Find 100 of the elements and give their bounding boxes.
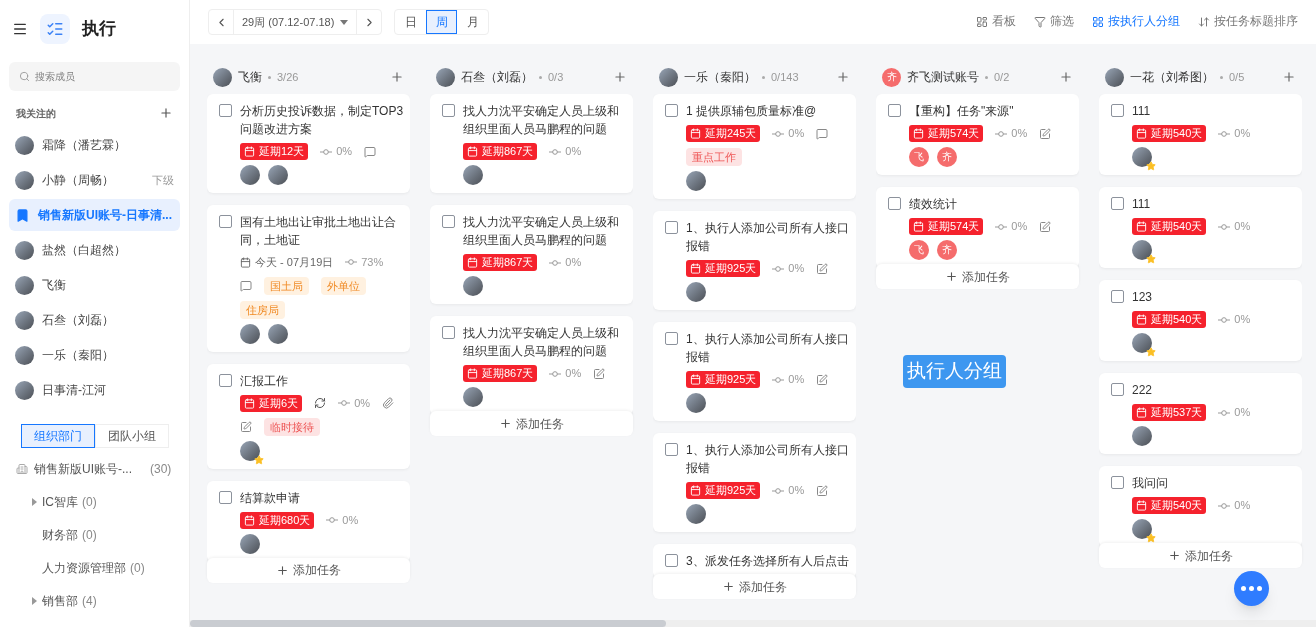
task-checkbox[interactable] — [1111, 197, 1124, 210]
task-checkbox[interactable] — [665, 221, 678, 234]
task-checkbox[interactable] — [1111, 476, 1124, 489]
task-card[interactable]: 111 延期540天 0% — [1099, 187, 1302, 268]
task-card[interactable]: 111 延期540天 0% — [1099, 94, 1302, 175]
org-tab[interactable]: 组织部门 — [21, 424, 95, 448]
member-item[interactable]: 霜降（潘艺霖） — [9, 129, 180, 161]
search-field[interactable]: 搜索成员 — [9, 62, 180, 91]
avatar-photo — [1132, 240, 1152, 260]
task-card[interactable]: 222 延期537天 0% — [1099, 373, 1302, 454]
add-task-button[interactable]: 添加任务 — [1099, 543, 1302, 568]
add-icon[interactable] — [159, 106, 173, 120]
task-title: 找人力沈平安确定人员上级和组织里面人员马鹏程的问题 — [463, 325, 620, 360]
task-card[interactable]: 1、执行人添加公司所有人接口报错 延期925天 0% — [653, 433, 856, 532]
task-checkbox[interactable] — [442, 326, 455, 339]
toolbar-action[interactable]: 看板 — [976, 13, 1016, 31]
task-card[interactable]: 找人力沈平安确定人员上级和组织里面人员马鹏程的问题 延期867天 0% — [430, 316, 633, 415]
member-item[interactable]: 石叁（刘磊） — [9, 304, 180, 336]
task-title: 汇报工作 — [240, 372, 289, 390]
add-task-button[interactable]: 添加任务 — [653, 574, 856, 599]
toolbar-action[interactable]: 按任务标题排序 — [1198, 13, 1298, 31]
menu-icon[interactable] — [12, 21, 28, 37]
add-task-button[interactable]: 添加任务 — [207, 557, 410, 583]
progress-text: 0% — [565, 255, 582, 271]
avatar-photo — [686, 504, 706, 524]
task-checkbox[interactable] — [665, 104, 678, 117]
task-checkbox[interactable] — [442, 104, 455, 117]
department-item[interactable]: 销售部 — [42, 591, 78, 610]
progress-icon — [549, 147, 562, 156]
member-item[interactable]: 小静（周畅） 下级 — [9, 164, 180, 196]
add-icon[interactable] — [836, 70, 850, 84]
app-title: 执行 — [82, 18, 116, 41]
task-checkbox[interactable] — [1111, 383, 1124, 396]
overdue-text: 延期540天 — [1151, 498, 1203, 514]
department-item[interactable]: IC智库 — [42, 492, 78, 511]
view-tab[interactable]: 日 — [395, 10, 427, 34]
avatar-photo — [240, 165, 260, 185]
add-task-button[interactable]: 添加任务 — [876, 264, 1079, 289]
member-item[interactable]: 日事清-江河 — [9, 374, 180, 406]
task-title: 分析历史投诉数据，制定TOP3问题改进方案 — [240, 103, 405, 138]
task-checkbox[interactable] — [442, 215, 455, 228]
task-title: 我问问 — [1132, 475, 1169, 492]
calendar-icon — [913, 221, 924, 232]
task-checkbox[interactable] — [1111, 290, 1124, 303]
overdue-text: 延期925天 — [705, 372, 757, 388]
avatar-photo — [463, 165, 483, 185]
overdue-text: 延期540天 — [1151, 219, 1203, 235]
task-title: 111 — [1132, 196, 1152, 213]
member-item[interactable]: 盐然（白超然） — [9, 234, 180, 266]
department-item[interactable]: 销售新版UI账号-... — [34, 459, 132, 478]
add-icon[interactable] — [613, 70, 627, 84]
task-card[interactable]: 我问问 延期540天 0% — [1099, 466, 1302, 547]
task-checkbox[interactable] — [219, 215, 232, 228]
member-item[interactable]: 销售新版UI账号-日事清... — [9, 199, 180, 231]
task-checkbox[interactable] — [219, 104, 232, 117]
task-card[interactable]: 结算款申请 延期680天 0% — [207, 480, 410, 562]
add-icon[interactable] — [1059, 70, 1073, 84]
task-checkbox[interactable] — [665, 554, 678, 567]
task-checkbox[interactable] — [219, 490, 232, 504]
view-tab[interactable]: 月 — [457, 10, 489, 34]
task-checkbox[interactable] — [219, 373, 232, 387]
overdue-text: 延期245天 — [705, 126, 757, 142]
view-tab[interactable]: 周 — [426, 10, 458, 34]
task-title: 【重构】任务"来源" — [909, 103, 1015, 120]
progress-text: 73% — [361, 255, 384, 270]
calendar-icon — [467, 368, 478, 379]
task-card[interactable]: 1 提供原辅包质量标准@ 延期245天 0% 重点工作 — [653, 94, 856, 199]
task-card[interactable]: 1、执行人添加公司所有人接口报错 延期925天 0% — [653, 322, 856, 421]
add-icon[interactable] — [1282, 70, 1296, 84]
horizontal-scrollbar[interactable] — [190, 620, 1316, 627]
more-button[interactable] — [1234, 571, 1269, 606]
member-item[interactable]: 一乐（秦阳） — [9, 339, 180, 371]
department-item[interactable]: 财务部 — [42, 525, 78, 544]
task-checkbox[interactable] — [665, 443, 678, 456]
expand-caret-icon[interactable] — [30, 497, 38, 506]
member-item[interactable]: 飞衡 — [9, 269, 180, 301]
add-task-button[interactable]: 添加任务 — [430, 411, 633, 436]
overdue-text: 延期867天 — [482, 255, 534, 271]
task-card[interactable]: 1、执行人添加公司所有人接口报错 延期925天 0% — [653, 211, 856, 310]
task-card[interactable]: 找人力沈平安确定人员上级和组织里面人员马鹏程的问题 延期867天 0% — [430, 94, 633, 193]
task-checkbox[interactable] — [665, 332, 678, 345]
task-card[interactable]: 汇报工作 延期6天 0% 临时接待 — [207, 363, 410, 469]
task-checkbox[interactable] — [888, 197, 901, 210]
toolbar-action[interactable]: 按执行人分组 — [1092, 13, 1180, 31]
add-icon[interactable] — [390, 70, 404, 84]
task-card[interactable]: 找人力沈平安确定人员上级和组织里面人员马鹏程的问题 延期867天 0% — [430, 205, 633, 304]
task-card[interactable]: 国有土地出让审批土地出让合同，土地证 今天 - 07月19日 73% 国土局 外单位 住房局 — [207, 205, 410, 352]
org-tab[interactable]: 团队小组 — [95, 424, 169, 448]
avatar-photo — [686, 171, 706, 191]
avatar-photo — [1132, 333, 1152, 353]
task-card[interactable]: 分析历史投诉数据，制定TOP3问题改进方案 延期12天 0% — [207, 94, 410, 193]
task-checkbox[interactable] — [888, 104, 901, 117]
department-item[interactable]: 人力资源管理部 — [42, 558, 126, 577]
task-card[interactable]: 123 延期540天 0% — [1099, 280, 1302, 361]
task-checkbox[interactable] — [1111, 104, 1124, 117]
expand-caret-icon[interactable] — [30, 596, 38, 605]
toolbar-action[interactable]: 筛选 — [1034, 13, 1074, 31]
task-tag: 住房局 — [240, 300, 285, 319]
task-card[interactable]: 绩效统计 延期574天 0% 飞 齐 — [876, 187, 1079, 268]
task-card[interactable]: 【重构】任务"来源" 延期574天 0% 飞 齐 — [876, 94, 1079, 175]
